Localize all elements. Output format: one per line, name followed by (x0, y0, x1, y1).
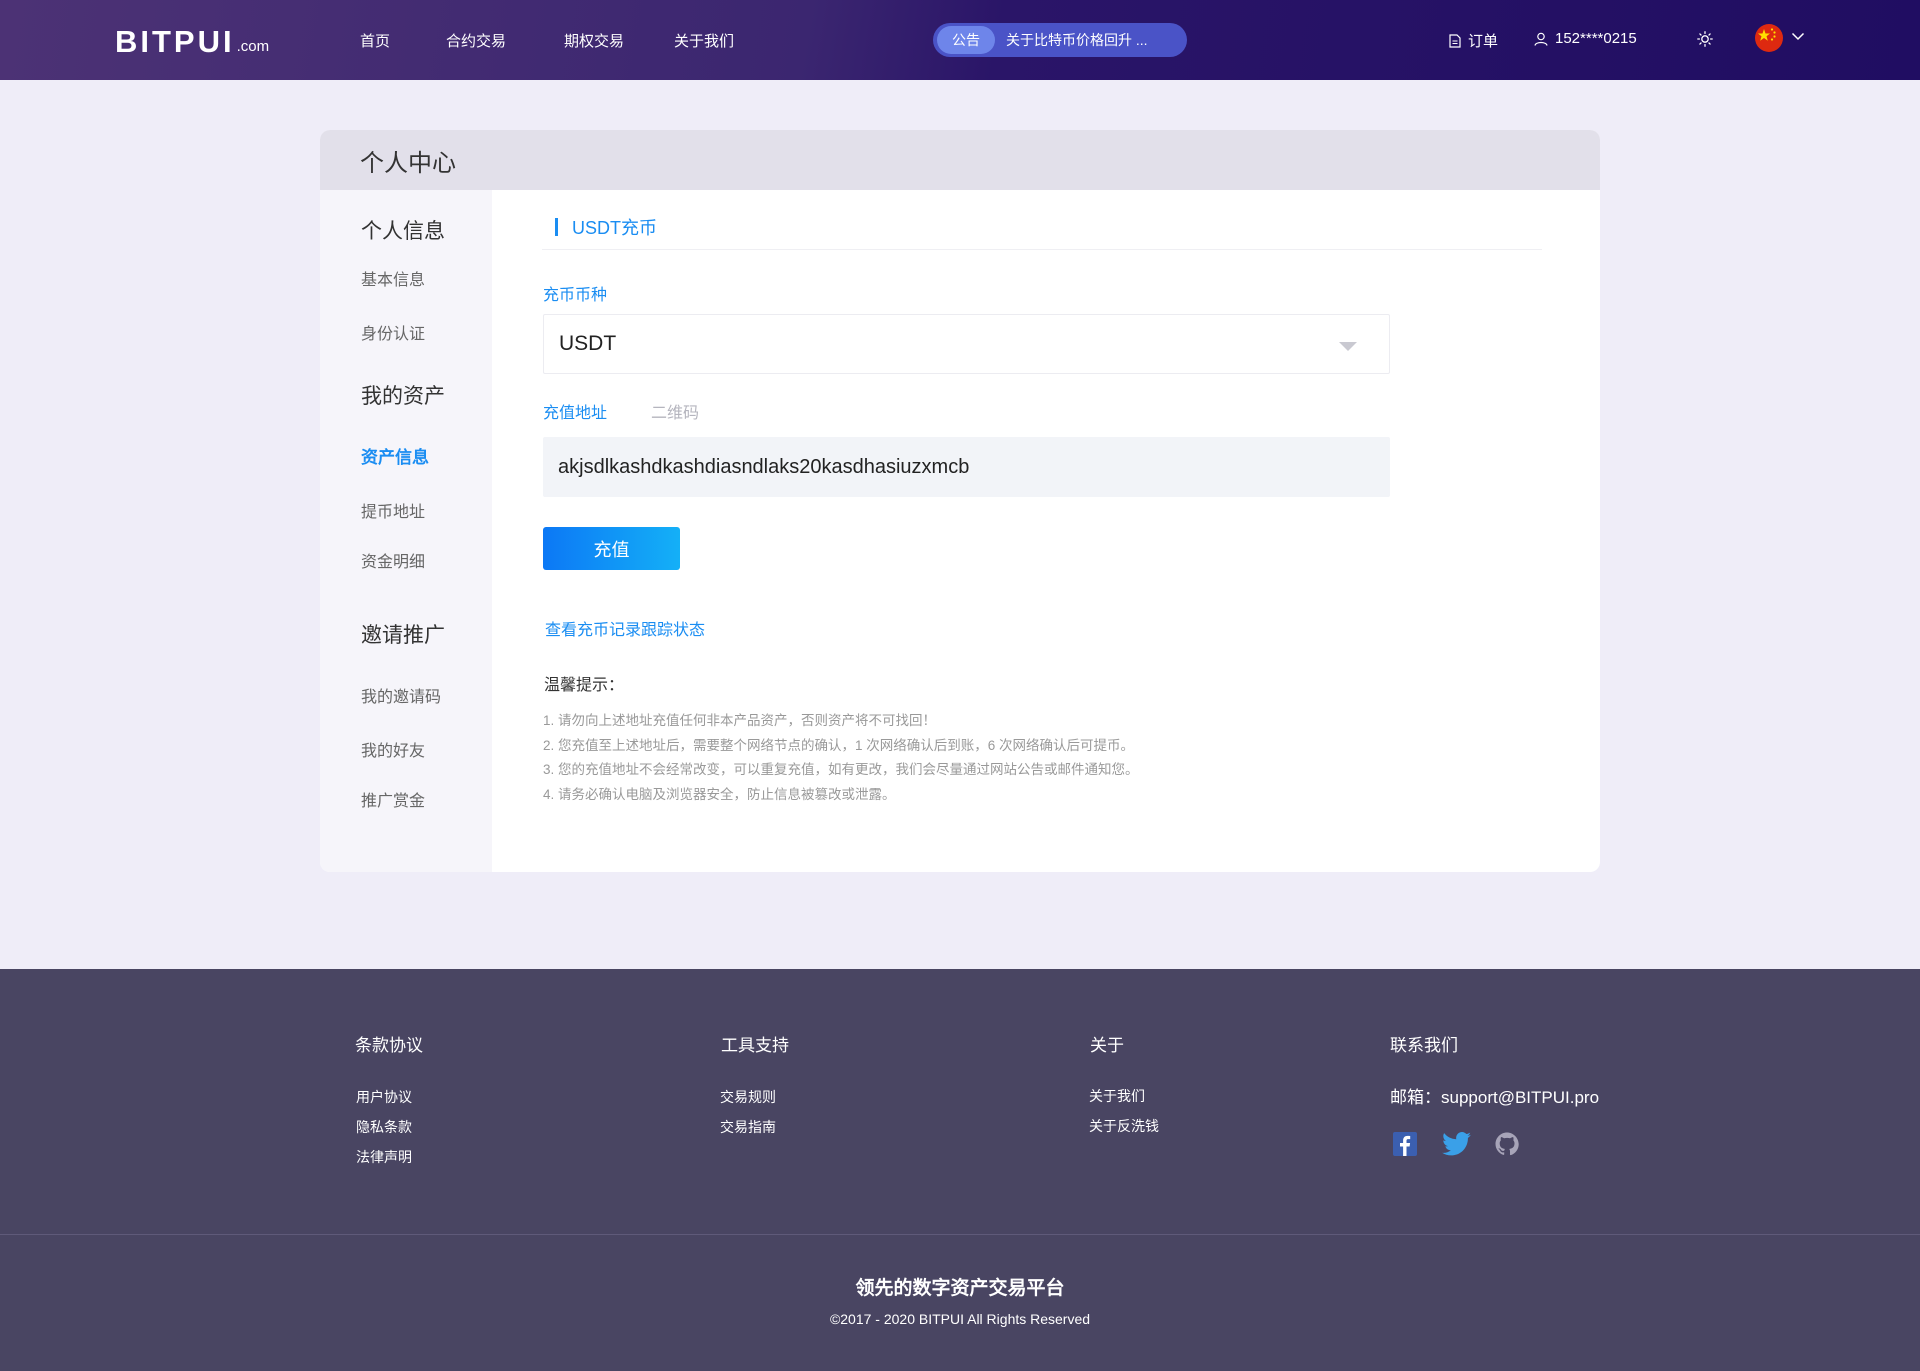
tips-title: 温馨提示： (544, 677, 625, 694)
section-title-bar (555, 218, 558, 236)
tab-qrcode[interactable]: 二维码 (651, 399, 699, 423)
tip-item: 3. 您的充值地址不会经常改变，可以重复充值，如有更改，我们会尽量通过网站公告或… (543, 762, 1139, 777)
sidebar: 个人信息 基本信息 身份认证 我的资产 资产信息 提币地址 资金明细 邀请推广 … (320, 190, 492, 872)
footer-link-user-agreement[interactable]: 用户协议 (356, 1087, 412, 1107)
announcement-bar[interactable]: 公告 关于比特币价格回升 ... (933, 23, 1187, 57)
footer-tools-title: 工具支持 (721, 1036, 789, 1055)
nav-options-trading[interactable]: 期权交易 (564, 30, 624, 51)
currency-select[interactable]: USDT (543, 314, 1390, 374)
currency-select-value: USDT (559, 332, 617, 355)
deposit-button[interactable]: 充值 (543, 527, 680, 570)
footer-link-legal[interactable]: 法律声明 (356, 1147, 412, 1167)
nav-contract-trading[interactable]: 合约交易 (446, 30, 506, 51)
footer-about-title: 关于 (1090, 1036, 1124, 1055)
footer-link-trading-guide[interactable]: 交易指南 (720, 1117, 776, 1137)
sidebar-item-fund-detail[interactable]: 资金明细 (361, 548, 425, 572)
chevron-down-icon[interactable] (1791, 32, 1805, 41)
footer-email[interactable]: 邮箱：support@BITPUI.pro (1390, 1083, 1599, 1108)
orders-link[interactable]: 订单 (1449, 30, 1498, 51)
footer-link-about-us[interactable]: 关于我们 (1089, 1086, 1145, 1106)
deposit-address-value: akjsdlkashdkashdiasndlaks20kasdhasiuzxmc… (558, 455, 970, 478)
sidebar-group-personal-info: 个人信息 (361, 220, 445, 243)
personal-center-card: 个人中心 个人信息 基本信息 身份认证 我的资产 资产信息 提币地址 资金明细 … (320, 130, 1600, 872)
logo-main-text: BITPUI (115, 24, 235, 59)
announcement-text: 关于比特币价格回升 ... (1006, 32, 1148, 48)
orders-label: 订单 (1468, 33, 1499, 50)
nav-about-us[interactable]: 关于我们 (674, 30, 734, 51)
page-title: 个人中心 (360, 149, 456, 177)
sidebar-item-friends[interactable]: 我的好友 (361, 737, 425, 761)
document-icon (1449, 33, 1461, 48)
user-phone: 152****0215 (1555, 30, 1637, 47)
sun-icon[interactable] (1697, 31, 1713, 47)
section-title: USDT充币 (555, 214, 657, 240)
section-title-text: USDT充币 (572, 218, 657, 238)
china-flag-icon[interactable] (1755, 24, 1783, 52)
sidebar-item-asset-info[interactable]: 资产信息 (361, 443, 429, 468)
twitter-icon[interactable] (1442, 1132, 1471, 1156)
announcement-badge: 公告 (937, 26, 995, 54)
footer-contact-title: 联系我们 (1390, 1036, 1458, 1055)
sidebar-group-invite: 邀请推广 (361, 624, 445, 647)
footer-terms-title: 条款协议 (355, 1036, 423, 1055)
sidebar-item-withdraw-address[interactable]: 提币地址 (361, 498, 425, 522)
sidebar-item-identity[interactable]: 身份认证 (361, 320, 425, 344)
sidebar-group-my-assets: 我的资产 (361, 385, 445, 408)
footer-copyright: ©2017 - 2020 BITPUI All Rights Reserved (829, 1311, 1091, 1327)
sidebar-item-invite-code[interactable]: 我的邀请码 (361, 683, 441, 707)
footer: 条款协议 用户协议 隐私条款 法律声明 工具支持 交易规则 交易指南 关于 关于… (0, 969, 1920, 1371)
tip-item: 2. 您充值至上述地址后，需要整个网络节点的确认，1 次网络确认后到账，6 次网… (543, 738, 1135, 753)
user-icon (1534, 32, 1548, 46)
nav-home[interactable]: 首页 (360, 30, 390, 51)
tip-item: 1. 请勿向上述地址充值任何非本产品资产，否则资产将不可找回！ (543, 713, 937, 728)
tip-item: 4. 请务必确认电脑及浏览器安全，防止信息被篡改或泄露。 (543, 787, 896, 802)
sidebar-item-reward[interactable]: 推广赏金 (361, 787, 425, 811)
tab-deposit-address[interactable]: 充值地址 (543, 399, 607, 423)
user-account-link[interactable]: 152****0215 (1534, 30, 1637, 47)
logo-sub-text: .com (236, 38, 270, 55)
deposit-address-field[interactable]: akjsdlkashdkashdiasndlaks20kasdhasiuzxmc… (543, 437, 1390, 497)
facebook-icon[interactable] (1393, 1132, 1417, 1156)
github-icon[interactable] (1495, 1132, 1519, 1156)
top-header: BITPUI .com 首页 合约交易 期权交易 关于我们 公告 关于比特币价格… (0, 0, 1920, 80)
section-divider (542, 249, 1542, 250)
deposit-record-link[interactable]: 查看充币记录跟踪状态 (545, 616, 705, 640)
logo[interactable]: BITPUI .com (115, 22, 269, 58)
footer-divider (0, 1234, 1920, 1235)
footer-link-anti-money-laundering[interactable]: 关于反洗钱 (1089, 1116, 1159, 1136)
card-header: 个人中心 (320, 130, 1600, 190)
caret-down-icon (1339, 342, 1357, 351)
sidebar-item-basic-info[interactable]: 基本信息 (361, 266, 425, 290)
footer-slogan: 领先的数字资产交易平台 (855, 1278, 1065, 1299)
footer-link-trading-rules[interactable]: 交易规则 (720, 1087, 776, 1107)
footer-link-privacy[interactable]: 隐私条款 (356, 1117, 412, 1137)
currency-label: 充币币种 (543, 287, 608, 304)
